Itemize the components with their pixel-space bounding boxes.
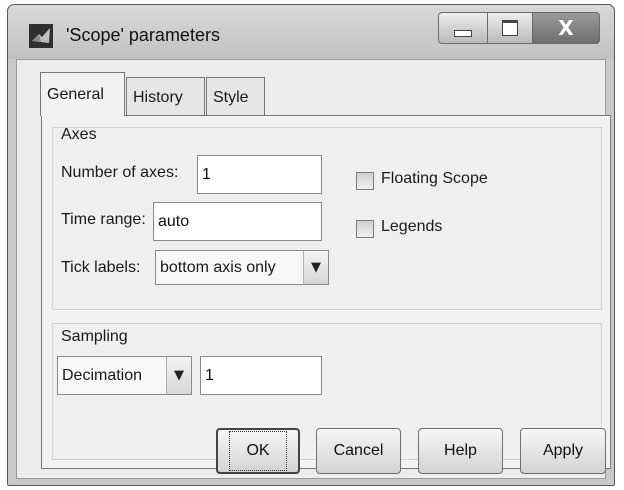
general-tab-panel: Axes Number of axes: Time range: Tick la… (41, 115, 611, 469)
time-range-field[interactable] (153, 202, 322, 241)
ok-button-label: OK (229, 431, 287, 471)
cancel-button[interactable]: Cancel (316, 428, 401, 474)
axes-group: Axes Number of axes: Time range: Tick la… (52, 126, 602, 310)
legends-checkbox[interactable] (356, 220, 374, 238)
maximize-icon (502, 20, 518, 36)
close-icon: X (558, 16, 574, 40)
tick-labels-selected: bottom axis only (160, 258, 276, 276)
close-button[interactable]: X (532, 12, 600, 44)
window-title: 'Scope' parameters (66, 25, 220, 45)
sampling-mode-selected: Decimation (62, 366, 143, 384)
scope-parameters-dialog: 'Scope' parameters X General History Sty… (7, 4, 615, 486)
tick-labels-dropdown[interactable]: bottom axis only ▼ (155, 250, 329, 285)
tab-style[interactable]: Style (206, 77, 265, 117)
maximize-button[interactable] (487, 12, 533, 44)
tick-labels-label: Tick labels: (61, 259, 141, 276)
help-button[interactable]: Help (418, 428, 503, 474)
matlab-icon (29, 24, 53, 48)
axes-group-title: Axes (61, 126, 97, 143)
dialog-body: General History Style Axes Number of axe… (16, 59, 611, 479)
number-of-axes-label: Number of axes: (61, 164, 179, 181)
floating-scope-label[interactable]: Floating Scope (381, 170, 488, 188)
floating-scope-checkbox[interactable] (356, 172, 374, 190)
time-range-label: Time range: (61, 211, 146, 228)
tab-general[interactable]: General (40, 72, 125, 116)
sampling-mode-dropdown[interactable]: Decimation ▼ (57, 356, 192, 395)
apply-button[interactable]: Apply (520, 428, 606, 474)
title-bar[interactable]: 'Scope' parameters X (8, 5, 614, 59)
tab-history[interactable]: History (126, 77, 205, 117)
number-of-axes-field[interactable] (197, 155, 322, 194)
minimize-button[interactable] (438, 12, 488, 44)
ok-button[interactable]: OK (216, 428, 300, 474)
legends-label[interactable]: Legends (381, 218, 442, 236)
minimize-icon (454, 29, 472, 37)
sampling-value-field[interactable] (200, 356, 322, 395)
chevron-down-icon[interactable]: ▼ (166, 357, 191, 394)
chevron-down-icon[interactable]: ▼ (303, 251, 328, 284)
sampling-group-title: Sampling (61, 328, 128, 345)
